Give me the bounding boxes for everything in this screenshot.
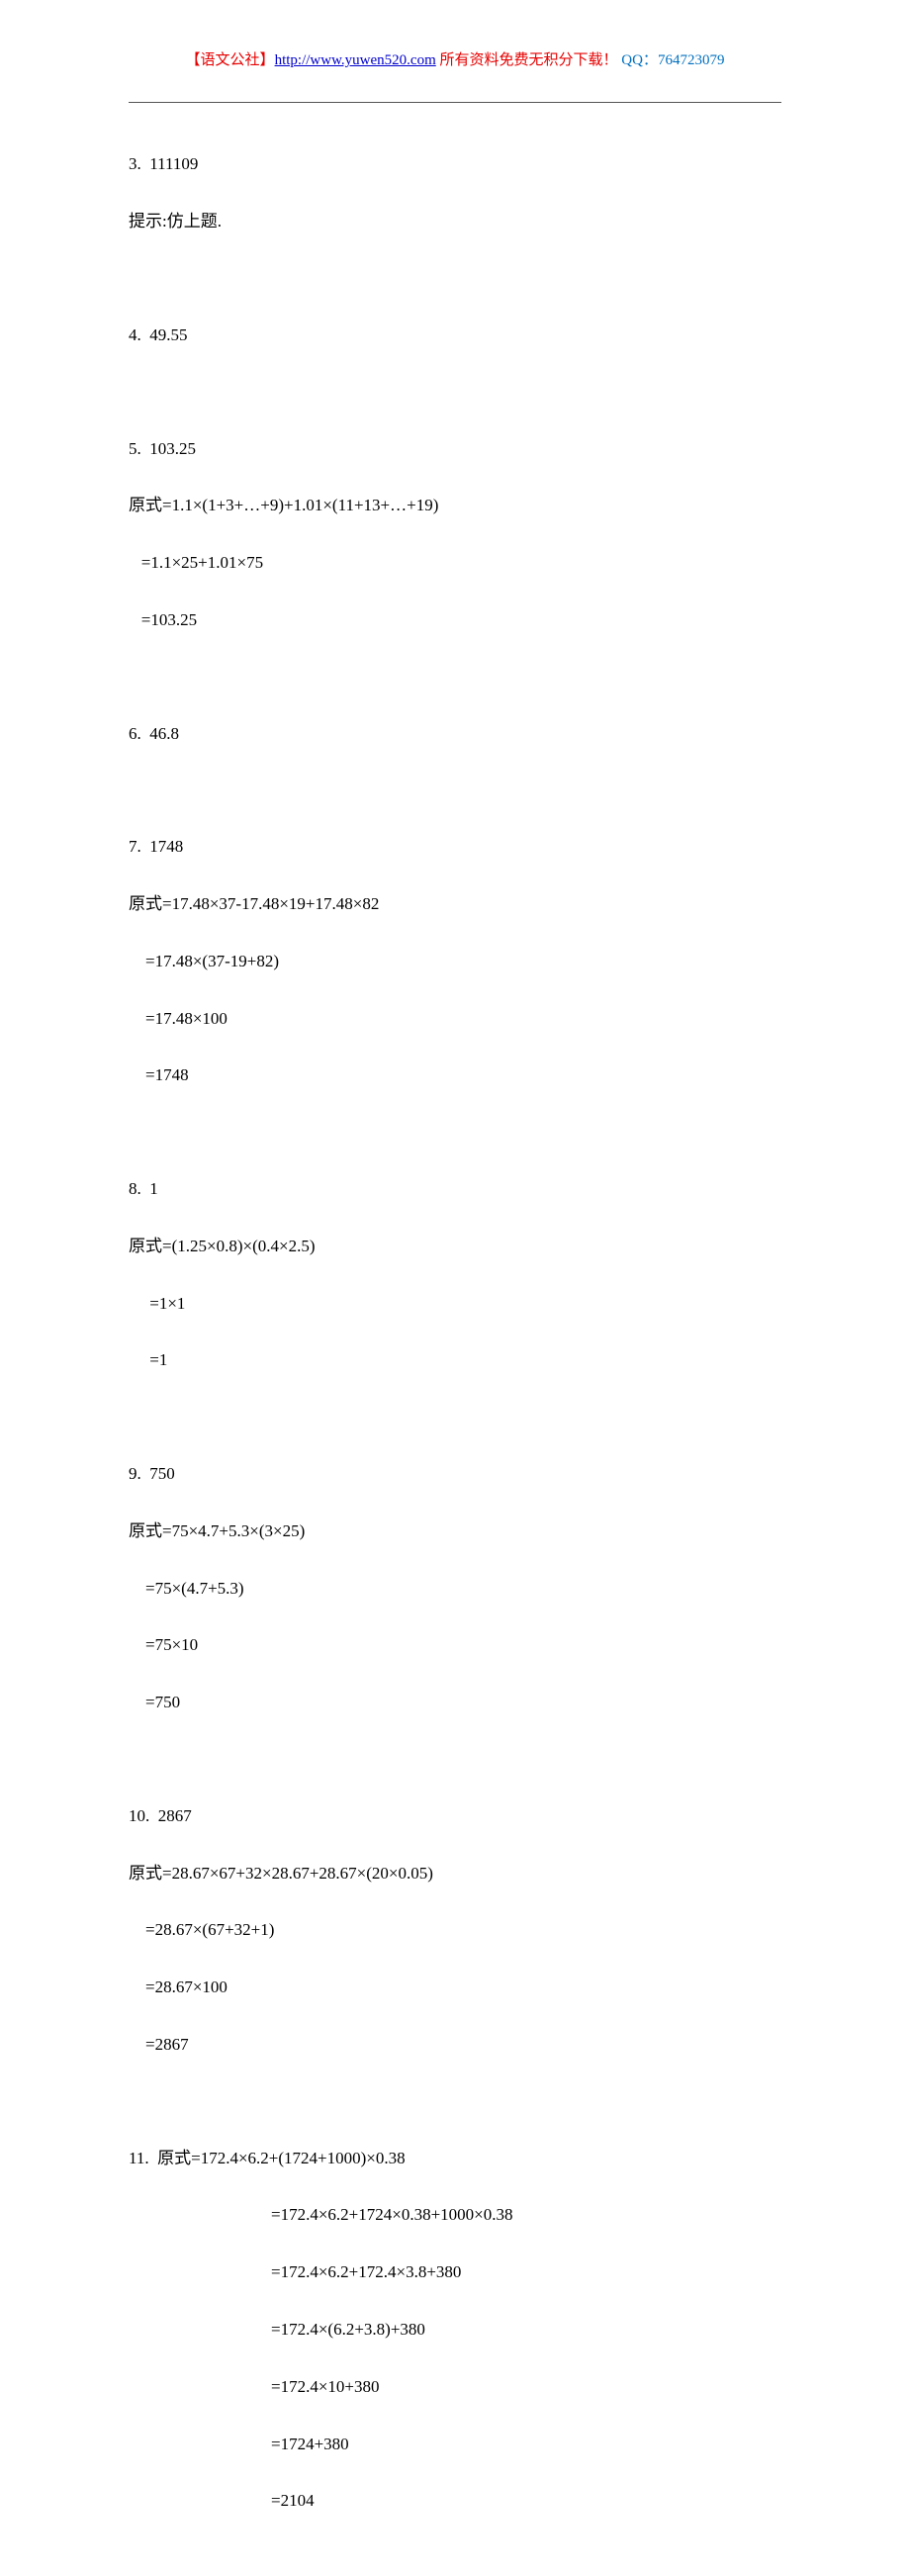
item-number: 10. 2867 (129, 1802, 781, 1831)
item-number: 6. 46.8 (129, 720, 781, 749)
header-rest: 所有资料免费无积分下载！ (436, 52, 618, 68)
item-number: 7. 1748 (129, 833, 781, 862)
item-number: 5. 103.25 (129, 435, 781, 464)
divider-line (129, 102, 781, 103)
work-line: =1×1 (129, 1290, 781, 1319)
work-line: 原式=(1.25×0.8)×(0.4×2.5) (129, 1233, 781, 1261)
item-number: 3. 111109 (129, 150, 781, 179)
work-line: 原式=75×4.7+5.3×(3×25) (129, 1518, 781, 1546)
item-number: 9. 750 (129, 1460, 781, 1489)
work-line: =1 (129, 1346, 781, 1375)
item-number: 4. 49.55 (129, 322, 781, 350)
work-line: =17.48×(37-19+82) (129, 948, 781, 976)
qq-number: 764723079 (658, 52, 725, 68)
work-line: =28.67×100 (129, 1974, 781, 2002)
work-line: =2104 (129, 2487, 781, 2516)
document-body: 3. 111109 提示:仿上题. 4. 49.55 5. 103.25 原式=… (129, 123, 781, 2573)
work-line: =17.48×100 (129, 1005, 781, 1034)
work-line: =75×(4.7+5.3) (129, 1575, 781, 1604)
work-line: =750 (129, 1689, 781, 1717)
work-line: =1.1×25+1.01×75 (129, 549, 781, 578)
work-line: 原式=17.48×37-17.48×19+17.48×82 (129, 890, 781, 919)
item-hint: 提示:仿上题. (129, 208, 781, 236)
page-header: 【语文公社】http://www.yuwen520.com 所有资料免费无积分下… (129, 49, 781, 72)
work-line: 原式=28.67×67+32×28.67+28.67×(20×0.05) (129, 1860, 781, 1888)
work-line: =172.4×6.2+1724×0.38+1000×0.38 (129, 2201, 781, 2230)
work-line: =172.4×6.2+172.4×3.8+380 (129, 2258, 781, 2287)
work-line: =2867 (129, 2031, 781, 2060)
work-line: =172.4×10+380 (129, 2373, 781, 2402)
work-line: =75×10 (129, 1631, 781, 1660)
work-line: =1748 (129, 1061, 781, 1090)
work-line: =1724+380 (129, 2431, 781, 2459)
brand-label: 【语文公社】 (186, 52, 275, 68)
item-number: 11. 原式=172.4×6.2+(1724+1000)×0.38 (129, 2145, 781, 2173)
item-number: 8. 1 (129, 1175, 781, 1204)
site-link[interactable]: http://www.yuwen520.com (275, 52, 436, 68)
work-line: =103.25 (129, 606, 781, 635)
work-line: =172.4×(6.2+3.8)+380 (129, 2316, 781, 2345)
qq-label: QQ： (621, 52, 658, 68)
work-line: 原式=1.1×(1+3+…+9)+1.01×(11+13+…+19) (129, 492, 781, 520)
work-line: =28.67×(67+32+1) (129, 1916, 781, 1945)
